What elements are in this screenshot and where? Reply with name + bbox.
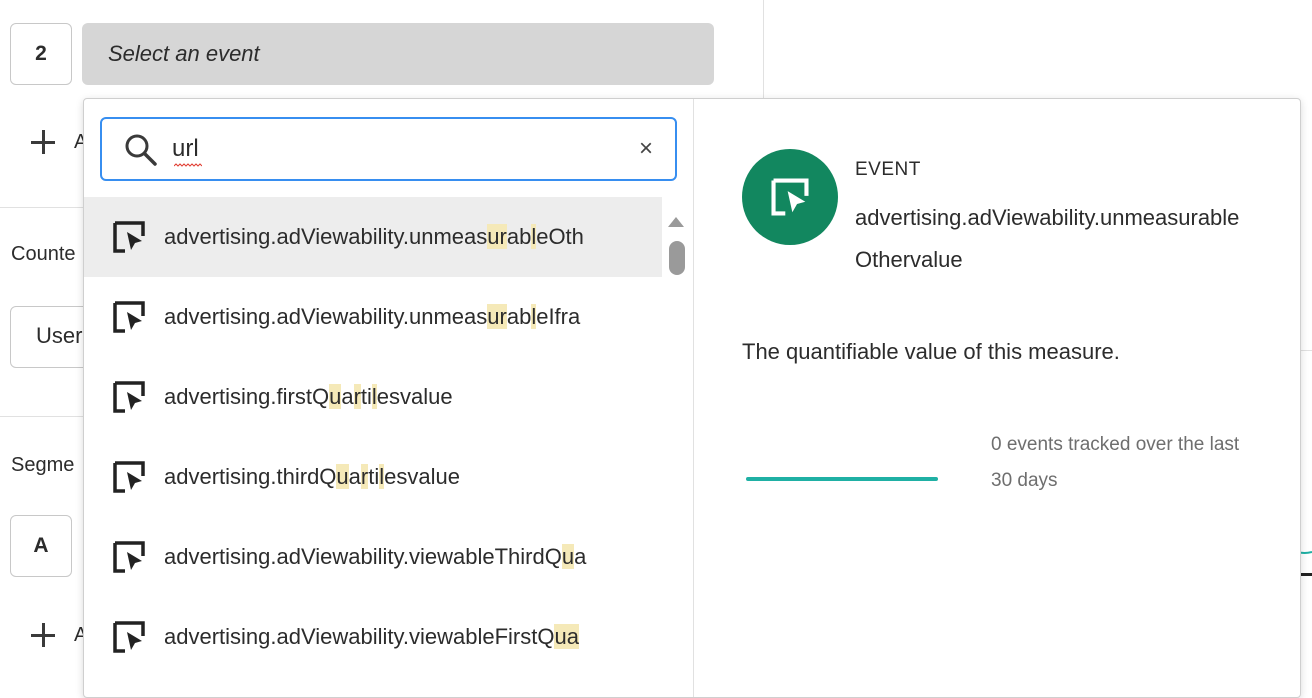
match-highlight: ua (554, 624, 579, 649)
detail-event-name: advertising.adViewability.unmeasurableOt… (855, 205, 1240, 272)
close-icon[interactable]: × (634, 137, 658, 161)
section-divider (1300, 350, 1312, 351)
label-text: advertising.adViewability.unmeas (164, 304, 488, 329)
label-text: a (348, 464, 361, 489)
result-row[interactable]: advertising.thirdQuartilesvalue (84, 437, 662, 517)
tracked-summary: 0 events tracked over the last 30 days (991, 434, 1240, 491)
segment-letter: A (10, 515, 72, 577)
event-picker-popover: × advertising.adViewability.unmeasurable… (83, 98, 1301, 698)
label-text: a (341, 384, 354, 409)
section-divider (0, 207, 84, 208)
add-label-peek: A (74, 624, 83, 646)
result-row[interactable]: advertising.adViewability.viewableThirdQ… (84, 517, 662, 597)
label-text: eIfra (536, 304, 581, 329)
result-label: advertising.adViewability.unmeasurableOt… (164, 224, 638, 250)
result-label: advertising.thirdQuartilesvalue (164, 464, 638, 490)
scroll-up-arrow[interactable] (668, 217, 684, 227)
segment-label: Segme (11, 454, 75, 476)
label-text: ti (360, 384, 372, 409)
add-icon[interactable] (30, 622, 56, 648)
result-row[interactable]: advertising.adViewability.viewableFirstQ… (84, 597, 662, 677)
label-text: advertising.adViewability.unmeas (164, 224, 488, 249)
add-icon[interactable] (30, 129, 56, 155)
add-label-peek: A (74, 131, 83, 153)
event-cursor-icon (771, 178, 809, 216)
event-cursor-icon (113, 621, 145, 653)
label-text: esvalue (376, 384, 453, 409)
label-text: advertising.adViewability.viewableFirstQ (164, 624, 555, 649)
label-text: esvalue (384, 464, 460, 489)
label-text: advertising.adViewability.viewableThirdQ (164, 544, 562, 569)
step-number: 2 (10, 23, 72, 85)
label-text: advertising.thirdQ (164, 464, 337, 489)
label-text: ab (506, 224, 532, 249)
sparkline (746, 477, 938, 481)
label-text: a (574, 544, 587, 569)
section-divider (0, 416, 84, 417)
search-input[interactable] (172, 129, 612, 169)
scrollbar-thumb[interactable] (669, 241, 685, 275)
pane-divider (693, 99, 694, 697)
result-label: advertising.adViewability.unmeasurableIf… (164, 304, 638, 330)
detail-description: The quantifiable value of this measure. (742, 339, 1120, 364)
event-badge (742, 149, 838, 245)
label-text: advertising.firstQ (164, 384, 330, 409)
result-label: advertising.adViewability.viewableFirstQ… (164, 624, 638, 650)
counter-label: Counte (11, 243, 76, 265)
spellcheck-underline (174, 163, 202, 167)
label-text: eOth (536, 224, 584, 249)
result-row[interactable]: advertising.adViewability.unmeasurableOt… (84, 197, 662, 277)
panel-divider (763, 0, 764, 100)
event-cursor-icon (113, 461, 145, 493)
result-row[interactable]: advertising.firstQuartilesvalue (84, 357, 662, 437)
results-list: advertising.adViewability.unmeasurableOt… (84, 197, 662, 697)
match-highlight: r (353, 384, 361, 409)
match-highlight: u (329, 384, 342, 409)
event-cursor-icon (113, 381, 145, 413)
search-icon (125, 134, 157, 166)
match-highlight: u (336, 464, 349, 489)
result-label: advertising.firstQuartilesvalue (164, 384, 638, 410)
match-highlight: u (561, 544, 575, 569)
match-highlight: ur (487, 304, 507, 329)
match-highlight: ur (487, 224, 507, 249)
label-text: ab (506, 304, 532, 329)
detail-type: EVENT (855, 159, 921, 180)
event-cursor-icon (113, 541, 145, 573)
event-select-button[interactable]: Select an event (82, 23, 714, 85)
result-label: advertising.adViewability.viewableThirdQ… (164, 544, 638, 570)
result-row[interactable]: advertising.adViewability.unmeasurableIf… (84, 277, 662, 357)
search-field[interactable]: × (100, 117, 677, 181)
event-cursor-icon (113, 221, 145, 253)
label-text: ti (368, 464, 380, 489)
event-cursor-icon (113, 301, 145, 333)
